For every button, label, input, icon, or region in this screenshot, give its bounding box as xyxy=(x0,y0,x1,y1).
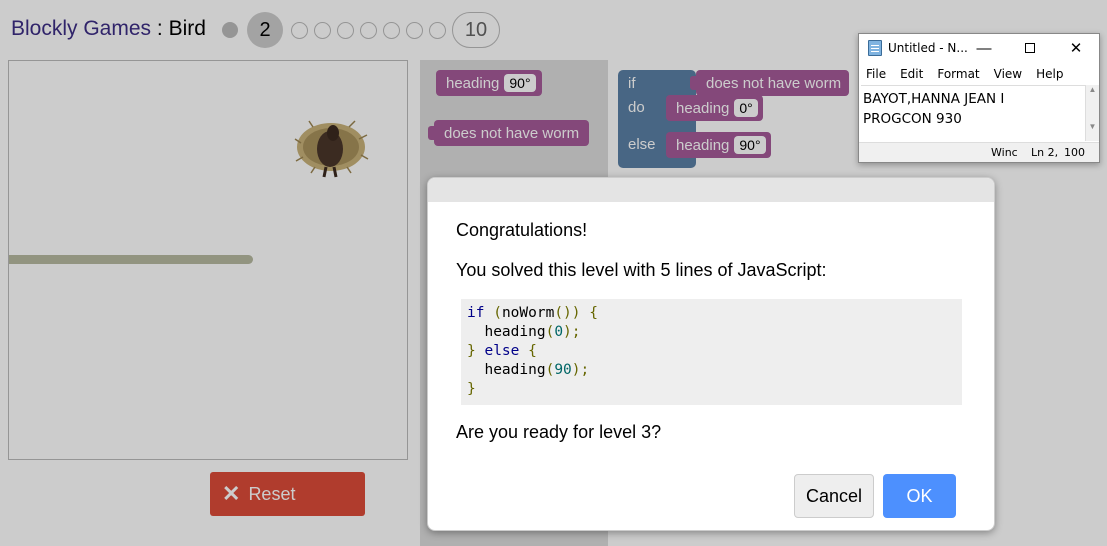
menu-edit[interactable]: Edit xyxy=(893,64,930,84)
menu-help[interactable]: Help xyxy=(1029,64,1070,84)
scroll-up-icon[interactable]: ▲ xyxy=(1086,85,1099,94)
ok-button[interactable]: OK xyxy=(883,474,956,518)
code-listing: if (noWorm()) { heading(0); } else { hea… xyxy=(461,299,962,405)
menu-file[interactable]: File xyxy=(859,64,893,84)
text-line: PROGCON 930 xyxy=(863,111,962,127)
code-line: } xyxy=(467,381,476,397)
dialog-message: You solved this level with 5 lines of Ja… xyxy=(456,260,827,280)
vertical-scrollbar[interactable]: ▲ ▼ xyxy=(1085,85,1099,141)
close-icon[interactable]: ✕ xyxy=(1053,34,1099,62)
menu-format[interactable]: Format xyxy=(930,64,986,84)
dialog-question: Are you ready for level 3? xyxy=(456,422,662,442)
notepad-text-area[interactable]: BAYOT,HANNA JEAN I PROGCON 930 xyxy=(861,85,1085,141)
notepad-title: Untitled - N... xyxy=(888,41,968,55)
code-line: } else { xyxy=(467,343,537,359)
code-line: heading(0); xyxy=(484,324,581,340)
text-line: BAYOT,HANNA JEAN I xyxy=(863,91,1005,107)
cancel-button[interactable]: Cancel xyxy=(794,474,874,518)
notepad-window: Untitled - N... — ✕ File Edit Format Vie… xyxy=(858,33,1100,163)
notepad-icon xyxy=(868,40,882,56)
dialog-header xyxy=(428,178,994,202)
status-eol: Winc xyxy=(991,146,1018,159)
notepad-menubar: File Edit Format View Help xyxy=(859,64,1099,84)
dialog-title: Congratulations! xyxy=(456,220,588,240)
code-line: heading(90); xyxy=(484,362,590,378)
status-position: Ln 2, xyxy=(1031,146,1059,159)
notepad-statusbar: Winc Ln 2, 100 xyxy=(859,142,1099,162)
status-zoom: 100 xyxy=(1064,146,1085,159)
congratulations-dialog: Congratulations! You solved this level w… xyxy=(427,177,995,531)
scroll-down-icon[interactable]: ▼ xyxy=(1086,122,1099,131)
maximize-icon[interactable] xyxy=(1007,34,1053,62)
menu-view[interactable]: View xyxy=(987,64,1029,84)
code-line: if (noWorm()) { xyxy=(467,305,598,321)
minimize-icon[interactable]: — xyxy=(961,34,1007,62)
